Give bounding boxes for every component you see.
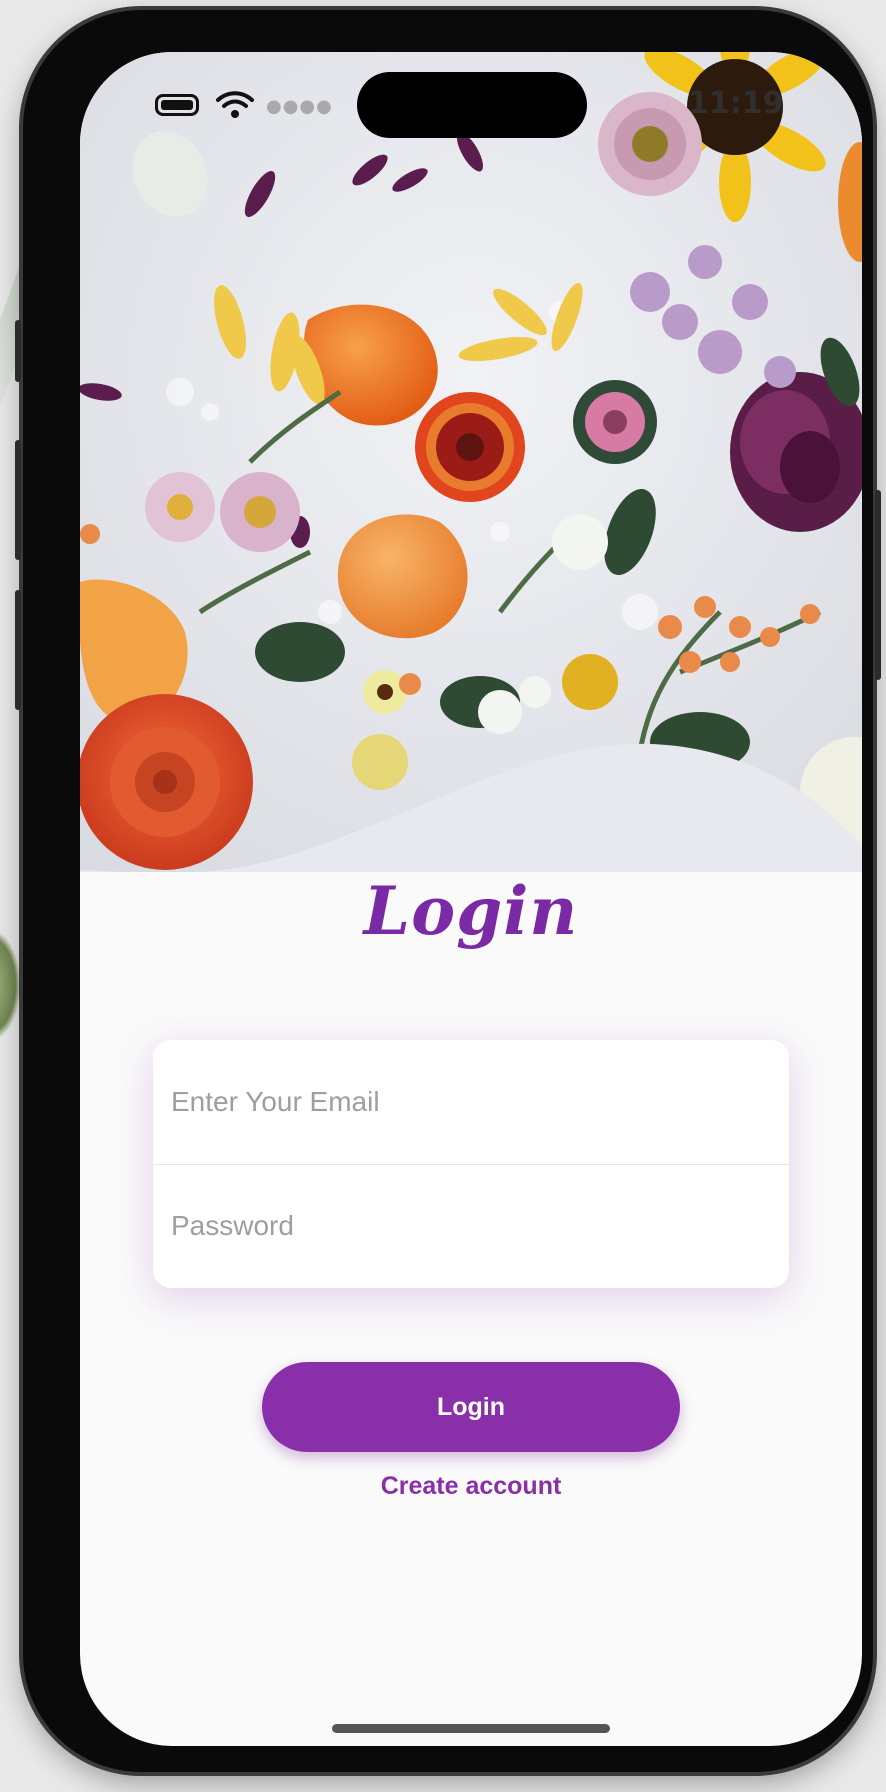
page-title: Login bbox=[363, 872, 579, 950]
side-button-action bbox=[15, 320, 21, 382]
status-time: 11:19 bbox=[688, 86, 784, 121]
flowers-photo bbox=[80, 52, 862, 872]
login-form-card bbox=[153, 1040, 789, 1288]
dynamic-island bbox=[357, 72, 587, 138]
side-button-power bbox=[875, 490, 881, 680]
side-button-volume-up bbox=[15, 440, 21, 560]
password-field-container bbox=[153, 1164, 789, 1288]
login-button[interactable]: Login bbox=[262, 1362, 680, 1452]
signal-icon: ●●●● bbox=[266, 96, 333, 117]
side-button-volume-down bbox=[15, 590, 21, 710]
create-account-link[interactable]: Create account bbox=[80, 1472, 862, 1501]
battery-icon bbox=[155, 94, 199, 116]
phone-frame: ●●●● 11:19 Login Login Create account bbox=[15, 10, 881, 1772]
email-field-container bbox=[153, 1040, 789, 1164]
app-screen: ●●●● 11:19 Login Login Create account bbox=[80, 52, 862, 1746]
wifi-icon bbox=[216, 91, 254, 118]
background-leaf bbox=[0, 930, 20, 1040]
status-bar: ●●●● 11:19 bbox=[80, 52, 862, 162]
hero-image bbox=[80, 52, 862, 872]
email-field[interactable] bbox=[171, 1040, 751, 1164]
home-indicator bbox=[332, 1724, 610, 1733]
password-field[interactable] bbox=[171, 1164, 751, 1288]
